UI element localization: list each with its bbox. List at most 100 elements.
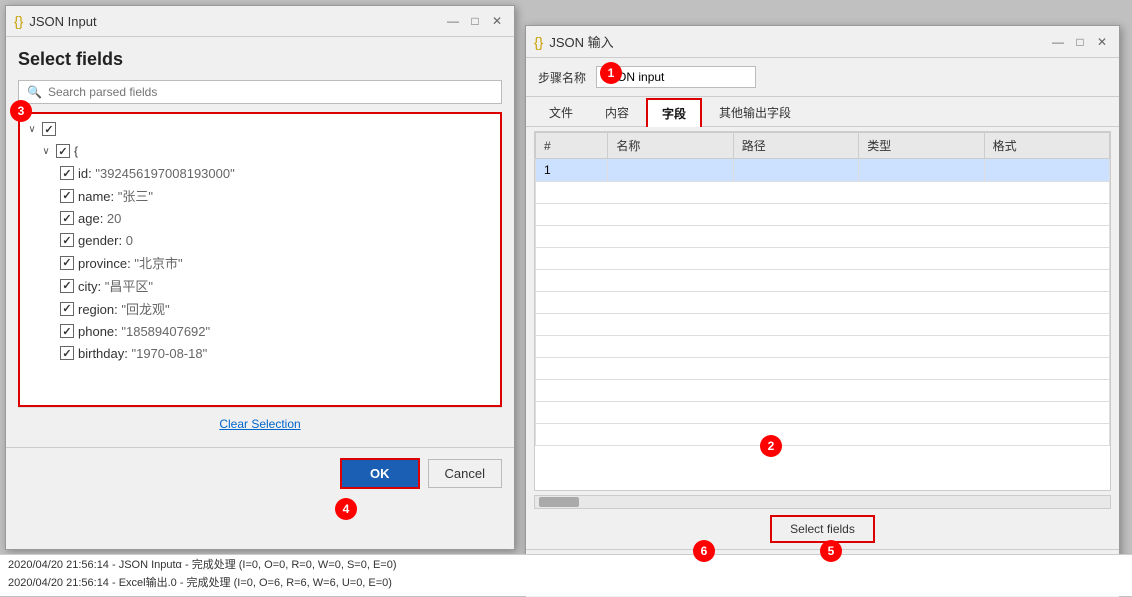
horizontal-scrollbar[interactable] [534,495,1111,509]
field-row-gender: gender: 0 [20,229,500,251]
search-icon: 🔍 [27,85,42,99]
tab-other[interactable]: 其他输出字段 [704,98,806,127]
step-name-label: 步骤名称 [538,69,586,86]
fields-table-wrapper[interactable]: # 名称 路径 类型 格式 1 [534,131,1111,491]
col-num: # [536,133,608,159]
field-label-province: province: "北京市" [78,253,183,272]
tab-file[interactable]: 文件 [534,98,588,127]
checkbox-id[interactable] [60,166,74,180]
field-row-root: ∨ [20,118,500,140]
tabs-row: 文件 内容 字段 其他输出字段 [526,97,1119,127]
tab-content[interactable]: 内容 [590,98,644,127]
left-close-button[interactable]: ✕ [488,12,506,30]
table-row [536,402,1110,424]
cell-name [608,159,733,182]
chevron-object[interactable]: ∨ [40,145,52,157]
left-maximize-button[interactable]: □ [466,12,484,30]
checkbox-gender[interactable] [60,233,74,247]
log-area: 2020/04/20 21:56:14 - JSON Inputα - 完成处理… [0,554,1132,596]
table-row [536,380,1110,402]
cell-path [733,159,858,182]
right-titlebar: {} JSON 输入 — □ ✕ [526,26,1119,58]
checkbox-birthday[interactable] [60,346,74,360]
field-row-id: id: "392456197008193000" [20,162,500,184]
json-icon: {} [14,13,23,29]
field-label-birthday: birthday: "1970-08-18" [78,346,207,361]
tab-fields[interactable]: 字段 [646,98,702,127]
left-minimize-button[interactable]: — [444,12,462,30]
field-row-province: province: "北京市" [20,251,500,274]
right-json-icon: {} [534,34,543,50]
table-row [536,314,1110,336]
left-dialog-title: JSON Input [29,14,96,29]
cell-type [859,159,984,182]
checkbox-phone[interactable] [60,324,74,338]
table-row [536,182,1110,204]
annotation-1: 1 [600,62,622,84]
cell-num: 1 [536,159,608,182]
clear-selection-link[interactable]: Clear Selection [219,417,300,431]
field-label-age: age: 20 [78,211,121,226]
checkbox-name[interactable] [60,189,74,203]
select-fields-button[interactable]: Select fields [770,515,875,543]
right-maximize-button[interactable]: □ [1071,33,1089,51]
field-row-age: age: 20 [20,207,500,229]
search-input[interactable] [48,85,493,99]
fields-inner: ∨ ∨ { id: "392456197008193000" [20,114,500,368]
clear-selection-container: Clear Selection [18,407,502,439]
log-line-1: 2020/04/20 21:56:14 - JSON Inputα - 完成处理… [0,555,1132,573]
checkbox-city[interactable] [60,279,74,293]
cancel-button[interactable]: Cancel [428,459,502,488]
chevron-root[interactable]: ∨ [26,123,38,135]
left-dialog-content: Select fields 🔍 ∨ ∨ { [6,37,514,447]
field-row-object: ∨ { [20,140,500,162]
field-row-region: region: "回龙观" [20,297,500,320]
field-label-object: { [74,144,78,158]
checkbox-region[interactable] [60,302,74,316]
right-dialog-title: JSON 输入 [549,32,613,51]
left-titlebar: {} JSON Input — □ ✕ [6,6,514,37]
annotation-3: 3 [10,100,32,122]
table-row [536,424,1110,446]
annotation-6: 6 [693,540,715,562]
right-dialog: {} JSON 输入 — □ ✕ 步骤名称 文件 内容 字段 其他输出字段 # … [525,25,1120,580]
table-row [536,270,1110,292]
log-line-2: 2020/04/20 21:56:14 - Excel输出.0 - 完成处理 (… [0,573,1132,591]
col-path: 路径 [733,133,858,159]
field-label-region: region: "回龙观" [78,299,170,318]
col-name: 名称 [608,133,733,159]
table-row [536,336,1110,358]
left-dialog-footer: OK Cancel [6,447,514,499]
checkbox-root[interactable] [42,122,56,136]
field-row-phone: phone: "18589407692" [20,320,500,342]
field-label-city: city: "昌平区" [78,276,153,295]
right-minimize-button[interactable]: — [1049,33,1067,51]
ok-button[interactable]: OK [340,458,420,489]
field-row-birthday: birthday: "1970-08-18" [20,342,500,364]
table-row [536,226,1110,248]
field-row-name: name: "张三" [20,184,500,207]
table-row [536,248,1110,270]
table-row [536,292,1110,314]
table-row [536,358,1110,380]
field-label-id: id: "392456197008193000" [78,166,235,181]
select-fields-heading: Select fields [18,49,502,70]
scroll-thumb [539,497,579,507]
checkbox-age[interactable] [60,211,74,225]
checkbox-province[interactable] [60,256,74,270]
table-row: 1 [536,159,1110,182]
search-bar: 🔍 [18,80,502,104]
right-close-button[interactable]: ✕ [1093,33,1111,51]
col-type: 类型 [859,133,984,159]
field-label-gender: gender: 0 [78,233,133,248]
checkbox-object[interactable] [56,144,70,158]
left-dialog: {} JSON Input — □ ✕ Select fields 🔍 ∨ [5,5,515,550]
cell-format [984,159,1109,182]
field-label-phone: phone: "18589407692" [78,324,210,339]
annotation-2: 2 [760,435,782,457]
fields-container[interactable]: ∨ ∨ { id: "392456197008193000" [18,112,502,407]
field-row-city: city: "昌平区" [20,274,500,297]
fields-table: # 名称 路径 类型 格式 1 [535,132,1110,446]
annotation-5: 5 [820,540,842,562]
table-row [536,204,1110,226]
